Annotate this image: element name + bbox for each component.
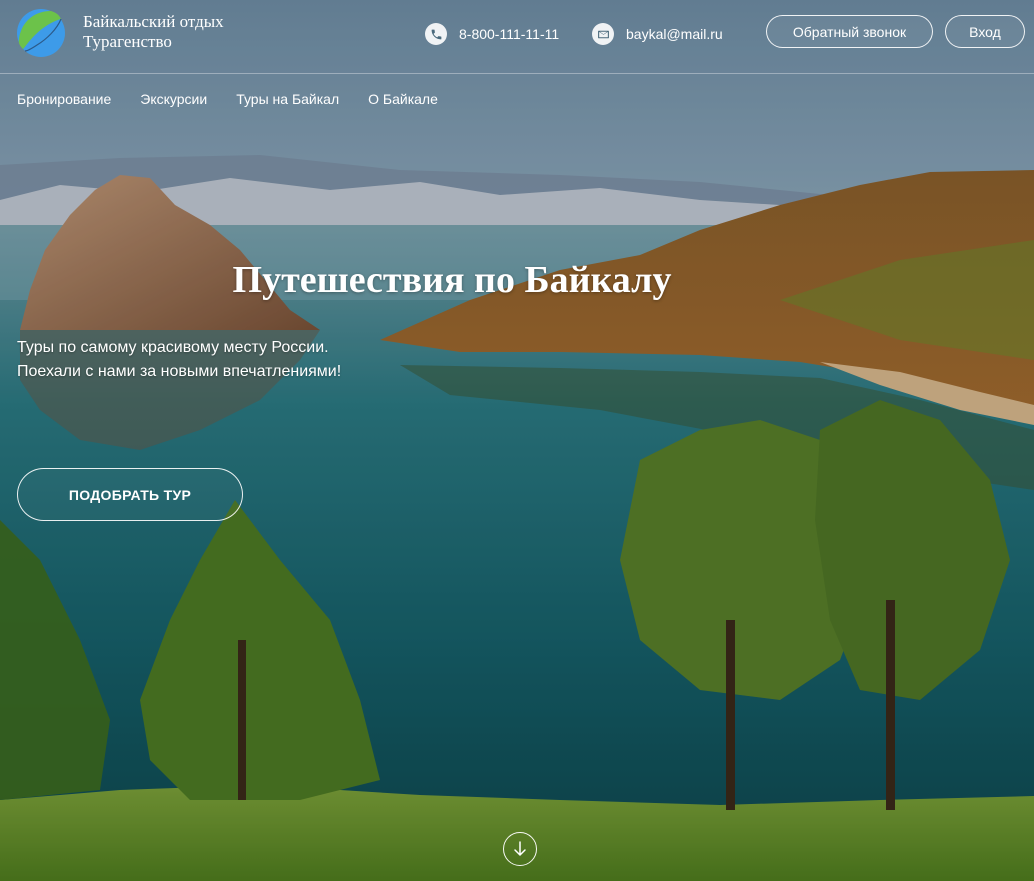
nav-item-baikal-tours[interactable]: Туры на Байкал bbox=[236, 91, 339, 107]
main-nav: Бронирование Экскурсии Туры на Байкал О … bbox=[17, 91, 467, 107]
background-landscape bbox=[0, 0, 1034, 881]
hero-subtitle: Туры по самому красивому месту России. П… bbox=[17, 336, 341, 384]
brand-name: Байкальский отдых bbox=[83, 12, 224, 31]
login-button[interactable]: Вход bbox=[945, 15, 1025, 48]
phone-icon bbox=[425, 23, 447, 45]
choose-tour-button[interactable]: ПОДОБРАТЬ ТУР bbox=[17, 468, 243, 521]
nav-item-about-baikal[interactable]: О Байкале bbox=[368, 91, 438, 107]
callback-button[interactable]: Обратный звонок bbox=[766, 15, 933, 48]
brand-tagline: Турагенство bbox=[83, 32, 172, 51]
logo-icon[interactable] bbox=[17, 9, 65, 57]
phone-number: 8-800-111-11-11 bbox=[459, 26, 560, 42]
nav-item-booking[interactable]: Бронирование bbox=[17, 91, 111, 107]
nav-item-excursions[interactable]: Экскурсии bbox=[140, 91, 207, 107]
brand[interactable]: Байкальский отдых Турагенство bbox=[83, 12, 224, 52]
phone-contact[interactable]: 8-800-111-11-11 bbox=[425, 23, 559, 45]
arrow-down-icon[interactable] bbox=[503, 832, 537, 866]
hero-title: Путешествия по Байкалу bbox=[232, 259, 672, 301]
email-icon bbox=[592, 23, 614, 45]
hero-subtitle-line: Туры по самому красивому месту России. bbox=[17, 339, 329, 356]
hero-subtitle-line: Поехали с нами за новыми впечатлениями! bbox=[17, 363, 342, 380]
email-address: baykal@mail.ru bbox=[626, 26, 723, 42]
email-contact[interactable]: baykal@mail.ru bbox=[592, 23, 723, 45]
site-header: Байкальский отдых Турагенство 8-800-111-… bbox=[0, 0, 1034, 74]
